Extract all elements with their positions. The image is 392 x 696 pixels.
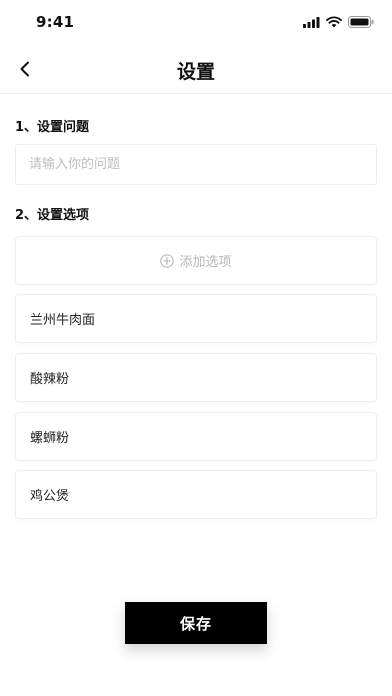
page-title: 设置 — [176, 61, 215, 83]
battery-icon — [348, 16, 374, 28]
cellular-signal-icon — [303, 16, 320, 28]
option-item[interactable]: 兰州牛肉面 — [15, 294, 377, 343]
option-item[interactable]: 螺蛳粉 — [15, 412, 377, 461]
option-label: 酸辣粉 — [30, 372, 70, 387]
save-button[interactable]: 保存 — [125, 602, 267, 644]
add-option-label: 添加选项 — [179, 255, 232, 270]
status-icons — [303, 16, 374, 28]
options-section-label: 2、设置选项 — [15, 208, 90, 223]
option-item[interactable]: 鸡公煲 — [15, 470, 377, 519]
add-option-button[interactable]: 添加选项 — [15, 236, 377, 285]
status-bar: 9:41 — [0, 0, 392, 44]
question-input[interactable] — [16, 145, 376, 184]
plus-circle-icon — [160, 253, 175, 268]
wifi-icon — [326, 16, 342, 28]
option-label: 兰州牛肉面 — [30, 313, 96, 328]
question-input-wrapper — [15, 144, 377, 185]
option-label: 螺蛳粉 — [30, 431, 70, 446]
status-time: 9:41 — [36, 13, 75, 31]
nav-bar: 设置 — [0, 44, 392, 94]
option-label: 鸡公煲 — [30, 489, 70, 504]
option-item[interactable]: 酸辣粉 — [15, 353, 377, 402]
question-section-label: 1、设置问题 — [15, 120, 90, 135]
